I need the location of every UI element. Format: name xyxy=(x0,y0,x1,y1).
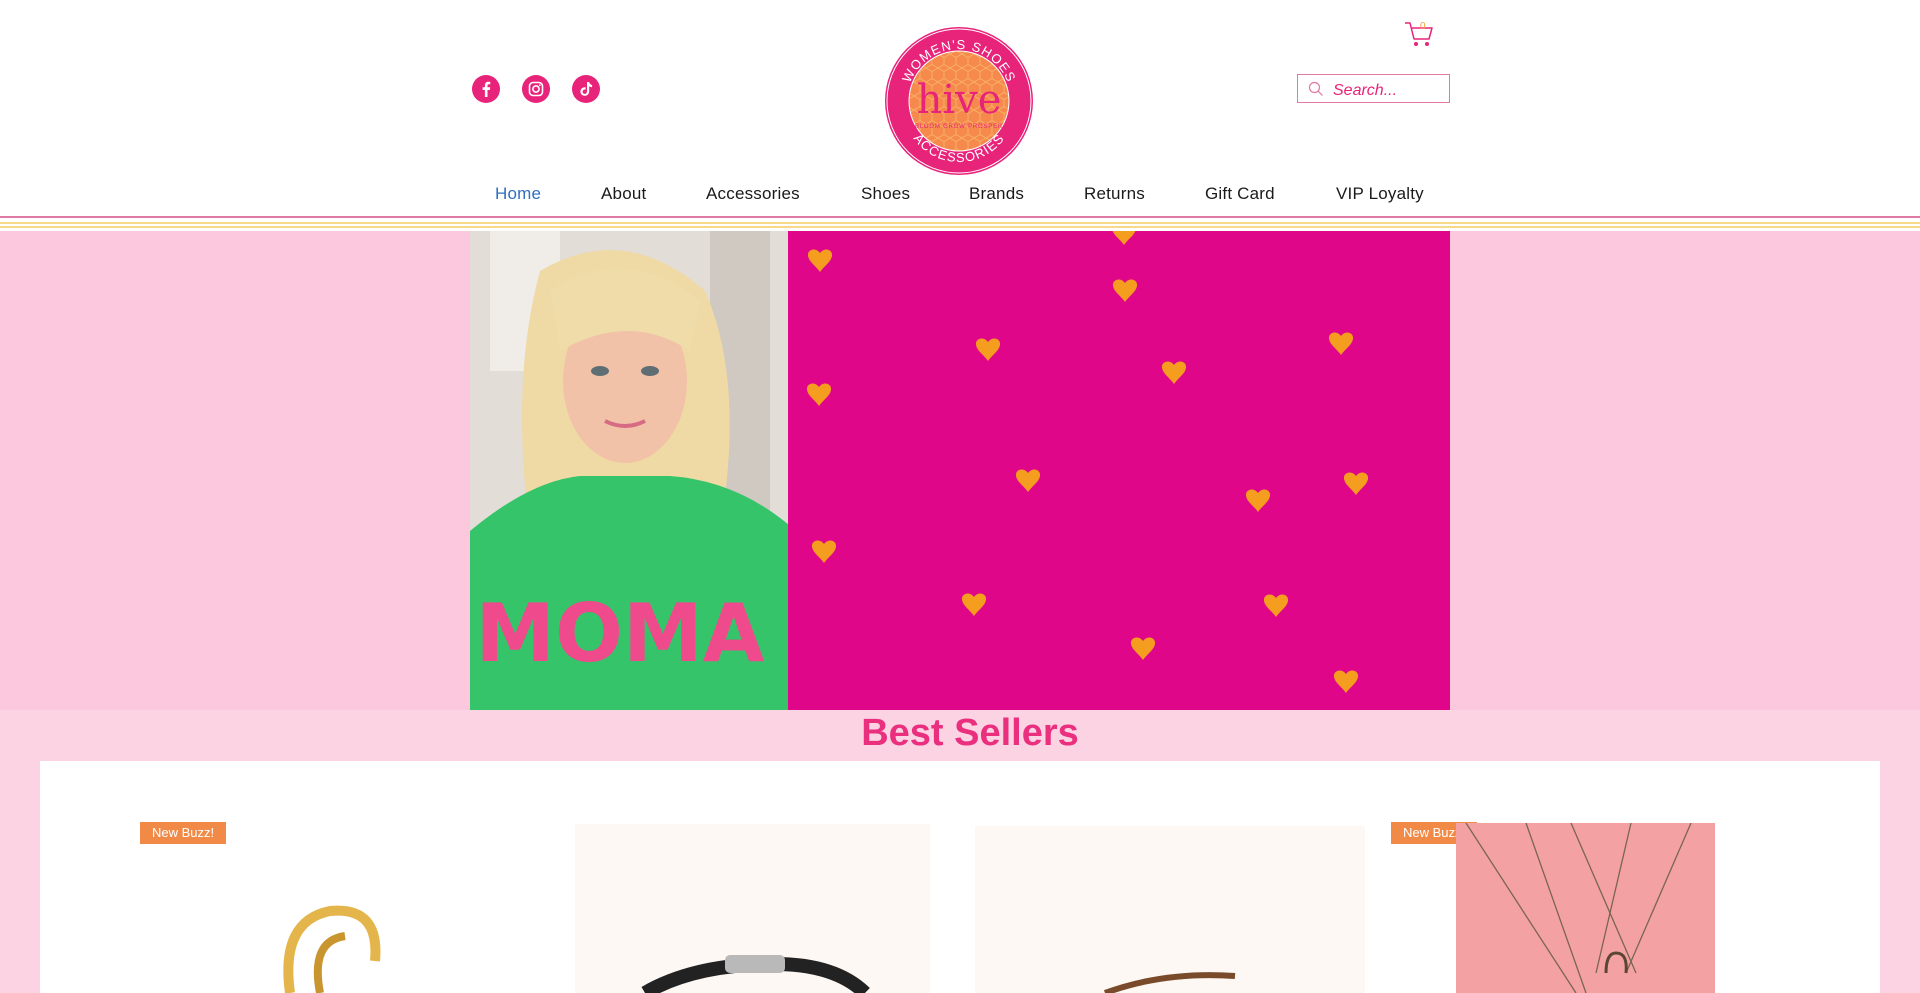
heart-icon xyxy=(1161,361,1187,384)
search-icon xyxy=(1308,81,1323,96)
product-gallery: New Buzz! New Buzz! xyxy=(40,761,1880,993)
logo-tagline: BLOOM GROW PROSPER xyxy=(915,124,1003,130)
heart-icon xyxy=(1343,472,1369,495)
product-image-leather xyxy=(1103,972,1236,993)
heart-icon xyxy=(961,593,987,616)
nav-item-accessories[interactable]: Accessories xyxy=(706,184,800,204)
site-header: WOMEN'S SHOES ACCESSORIES hive BLOOM GRO… xyxy=(0,0,1920,231)
heart-icon xyxy=(807,249,833,272)
best-sellers-title: Best Sellers xyxy=(861,712,1079,754)
nav-stripe-yellow-2 xyxy=(0,226,1920,228)
new-badge: New Buzz! xyxy=(140,822,227,844)
sweater-text: MOMA xyxy=(475,587,764,680)
facebook-icon xyxy=(482,81,491,97)
nav-item-about[interactable]: About xyxy=(601,184,646,204)
instagram-link[interactable] xyxy=(522,75,550,103)
nav-item-vip-loyalty[interactable]: VIP Loyalty xyxy=(1336,184,1424,204)
product-card-1[interactable] xyxy=(220,861,480,993)
product-card-2[interactable] xyxy=(575,824,930,993)
nav-stripe-yellow xyxy=(0,222,1920,224)
heart-icon xyxy=(1263,594,1289,617)
heart-icon xyxy=(975,338,1001,361)
heart-icon xyxy=(1245,489,1271,512)
nav-item-home[interactable]: Home xyxy=(495,184,541,204)
logo-wordmark: hive xyxy=(917,77,1002,123)
heart-icon xyxy=(1333,670,1359,693)
tiktok-link[interactable] xyxy=(572,75,600,103)
product-image-necklace xyxy=(1465,823,1692,993)
hero-hearts-panel xyxy=(788,231,1450,710)
cart-button[interactable]: 0 xyxy=(1404,20,1434,48)
cart-count: 0 xyxy=(1420,21,1426,32)
hero-photo-illustration: MOMA xyxy=(470,231,796,710)
heart-icon xyxy=(1111,231,1137,245)
heart-icon xyxy=(811,540,837,563)
nav-item-gift-card[interactable]: Gift Card xyxy=(1205,184,1275,204)
hearts-pattern xyxy=(806,231,1369,693)
instagram-icon xyxy=(528,81,544,97)
nav-item-brands[interactable]: Brands xyxy=(969,184,1024,204)
tiktok-icon xyxy=(580,82,593,96)
heart-icon xyxy=(806,383,832,406)
nav-stripe-pink xyxy=(0,216,1920,218)
heart-icon xyxy=(1130,637,1156,660)
heart-icon xyxy=(1112,279,1138,302)
product-image-bracelet xyxy=(641,955,870,993)
nav-item-returns[interactable]: Returns xyxy=(1084,184,1145,204)
main-nav: Home About Accessories Shoes Brands Retu… xyxy=(0,184,1920,208)
search-bar[interactable] xyxy=(1297,74,1450,103)
facebook-link[interactable] xyxy=(472,75,500,103)
hero-photo: MOMA xyxy=(470,231,796,710)
product-card-4[interactable] xyxy=(1456,823,1715,993)
heart-icon xyxy=(1015,469,1041,492)
nav-item-shoes[interactable]: Shoes xyxy=(861,184,910,204)
heart-icon xyxy=(1328,332,1354,355)
search-input[interactable] xyxy=(1333,77,1443,100)
cart-icon xyxy=(1405,22,1433,46)
product-image-ring xyxy=(283,905,381,993)
product-card-3[interactable] xyxy=(975,826,1365,993)
hive-logo[interactable]: WOMEN'S SHOES ACCESSORIES hive BLOOM GRO… xyxy=(884,26,1034,176)
social-bar xyxy=(472,75,600,103)
